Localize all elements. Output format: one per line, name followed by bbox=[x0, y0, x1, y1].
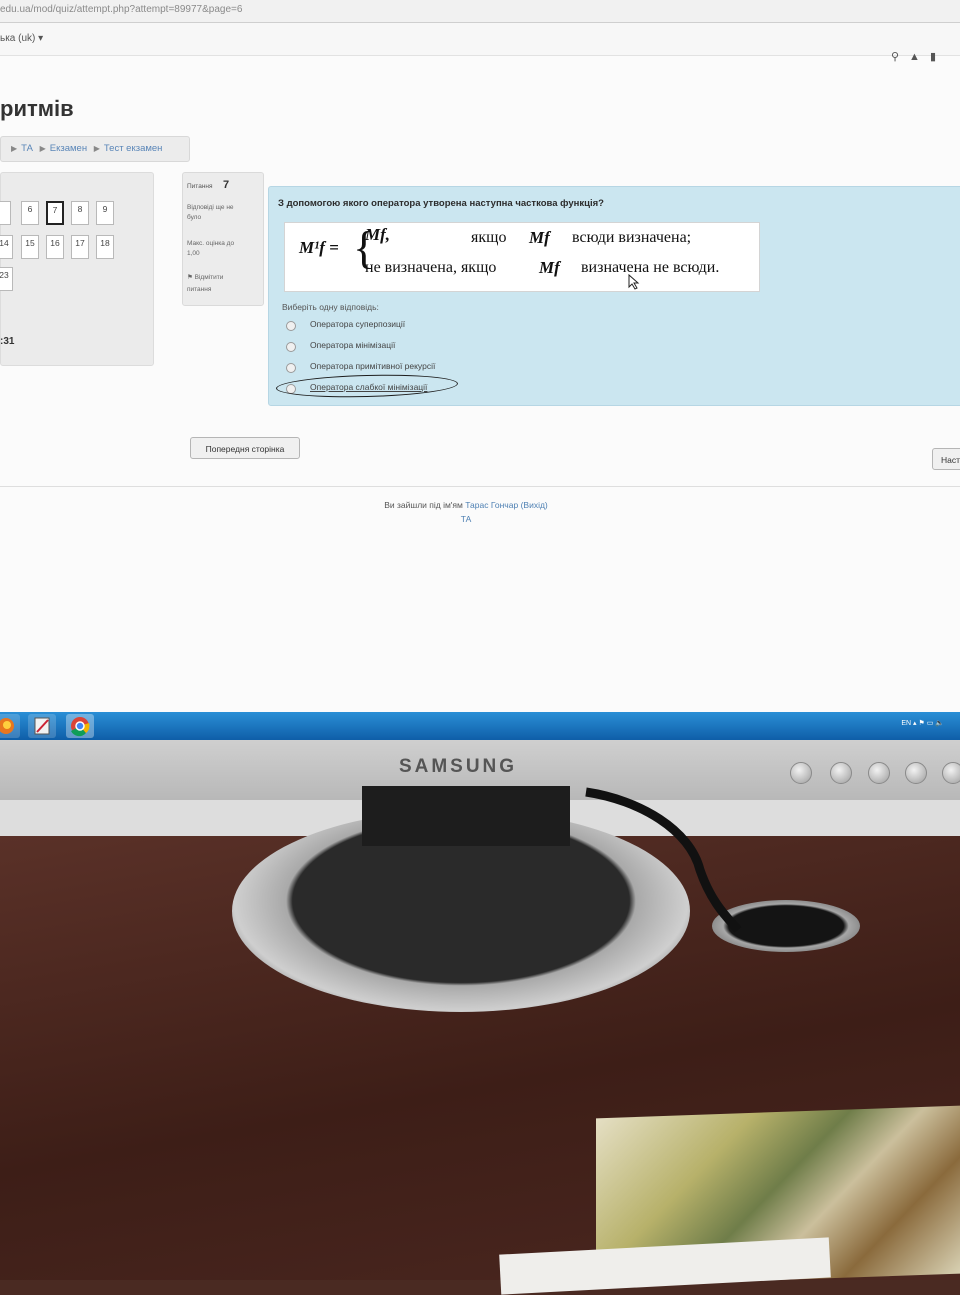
quiz-nav-button-current[interactable]: 7 bbox=[46, 201, 64, 225]
formula-image: M¹f = { Mf, якщо Mf всюди визначена; не … bbox=[284, 222, 760, 292]
flag-question-label[interactable]: питання bbox=[187, 285, 211, 294]
language-menu[interactable]: ька (uk) ▾ bbox=[0, 33, 43, 44]
next-page-button[interactable]: Насту bbox=[932, 448, 960, 470]
monitor-button[interactable] bbox=[868, 762, 890, 784]
notes-taskbar-button[interactable] bbox=[28, 714, 56, 738]
quiz-nav-button[interactable]: 8 bbox=[71, 201, 89, 225]
quiz-nav-button[interactable]: 15 bbox=[21, 235, 39, 259]
notifications-icon[interactable]: ▲ bbox=[909, 51, 930, 63]
question-number-label: Питання bbox=[187, 183, 213, 190]
site-topbar: ька (uk) ▾ bbox=[0, 23, 960, 56]
login-info: Ви зайшли під ім'ям Тарас Гончар (Вихід) bbox=[0, 500, 932, 510]
monitor-button[interactable] bbox=[942, 762, 960, 784]
quiz-nav-button[interactable]: 16 bbox=[46, 235, 64, 259]
previous-page-button[interactable]: Попередня сторінка bbox=[190, 437, 300, 459]
system-tray[interactable]: EN ▴ ⚑ ▭ 🔈 bbox=[901, 719, 944, 727]
monitor-button[interactable] bbox=[790, 762, 812, 784]
breadcrumb-separator-icon: ▶ bbox=[39, 144, 46, 153]
monitor-button[interactable] bbox=[830, 762, 852, 784]
flag-question-link[interactable]: ⚑ Відмітити bbox=[187, 273, 223, 282]
address-bar[interactable]: edu.ua/mod/quiz/attempt.php?attempt=8997… bbox=[0, 0, 960, 23]
monitor-stand-neck bbox=[362, 786, 570, 846]
quiz-nav-button[interactable]: 9 bbox=[96, 201, 114, 225]
breadcrumb-separator-icon: ▶ bbox=[11, 144, 18, 153]
monitor-screen: edu.ua/mod/quiz/attempt.php?attempt=8997… bbox=[0, 0, 960, 712]
user-profile-link[interactable]: Тарас Гончар bbox=[465, 500, 518, 510]
firefox-taskbar-button[interactable] bbox=[0, 714, 20, 738]
quiz-nav-button[interactable]: 14 bbox=[0, 235, 13, 259]
flag-icon: ⚑ bbox=[187, 274, 193, 281]
question-status: було bbox=[187, 214, 202, 221]
quiz-nav-button[interactable]: 6 bbox=[21, 201, 39, 225]
answer-option-label[interactable]: Оператора суперпозиції bbox=[310, 319, 405, 329]
monitor-brand-logo: SAMSUNG bbox=[398, 756, 518, 777]
formula-lhs: M¹f = bbox=[299, 238, 339, 257]
formula-case1-condition: якщо bbox=[471, 229, 507, 246]
radio-button[interactable] bbox=[286, 342, 296, 352]
question-max-score: Макс. оцінка до bbox=[187, 240, 235, 247]
quiz-nav-button[interactable]: 18 bbox=[96, 235, 114, 259]
quiz-nav-button[interactable] bbox=[0, 201, 11, 225]
question-text: З допомогою якого оператора утворена нас… bbox=[278, 198, 604, 209]
desk-cable-hole bbox=[712, 900, 860, 952]
mouse-cursor-icon bbox=[628, 274, 640, 290]
flag-question-label: Відмітити bbox=[194, 274, 224, 281]
search-icon[interactable]: ⚲ bbox=[891, 51, 909, 63]
formula-case1-value: Mf, bbox=[365, 225, 391, 244]
quiz-nav-button[interactable]: 23 bbox=[0, 267, 13, 291]
radio-button[interactable] bbox=[286, 363, 296, 373]
breadcrumb-separator-icon: ▶ bbox=[93, 144, 100, 153]
breadcrumb-item-exam[interactable]: Екзамен bbox=[50, 143, 87, 154]
quiz-timer: :31 bbox=[0, 336, 15, 347]
question-info-box: Питання 7 Відповіді ще не було Макс. оці… bbox=[182, 172, 264, 306]
formula-case1-rest: всюди визначена; bbox=[572, 229, 692, 246]
answer-option-label[interactable]: Оператора примітивної рекурсії bbox=[310, 361, 435, 371]
header-icons: ⚲▲▮ bbox=[891, 50, 946, 63]
radio-button[interactable] bbox=[286, 321, 296, 331]
formula-case2-rest: визначена не всюди. bbox=[581, 259, 720, 276]
question-panel bbox=[268, 186, 960, 406]
question-number: 7 bbox=[223, 179, 230, 191]
windows-taskbar bbox=[0, 712, 960, 740]
login-info-prefix: Ви зайшли під ім'ям bbox=[384, 500, 463, 510]
footer-divider bbox=[0, 486, 960, 487]
breadcrumb-item-ta[interactable]: ТА bbox=[21, 143, 33, 154]
breadcrumb-item-test[interactable]: Тест екзамен bbox=[104, 143, 163, 154]
page-title: ритмів bbox=[0, 96, 74, 121]
formula-case2-var: Mf bbox=[539, 258, 560, 277]
answer-prompt: Виберіть одну відповідь: bbox=[282, 302, 379, 312]
course-link[interactable]: ТА bbox=[0, 514, 932, 524]
answer-option-label[interactable]: Оператора мінімізації bbox=[310, 340, 395, 350]
breadcrumb: ▶ ТА ▶ Екзамен ▶ Тест екзамен bbox=[0, 136, 190, 162]
quiz-navigation-panel: 6 7 8 9 14 15 16 17 18 23 bbox=[0, 172, 154, 366]
formula-case2-value: не визначена, якщо bbox=[365, 259, 497, 276]
question-status: Відповіді ще не bbox=[187, 204, 234, 211]
chrome-taskbar-button[interactable] bbox=[66, 714, 94, 738]
formula-case1-var: Mf bbox=[529, 228, 550, 247]
messages-icon[interactable]: ▮ bbox=[930, 51, 946, 63]
quiz-nav-button[interactable]: 17 bbox=[71, 235, 89, 259]
question-max-score: 1,00 bbox=[187, 250, 200, 257]
url-text: edu.ua/mod/quiz/attempt.php?attempt=8997… bbox=[0, 4, 243, 15]
monitor-button[interactable] bbox=[905, 762, 927, 784]
logout-link[interactable]: (Вихід) bbox=[521, 500, 548, 510]
